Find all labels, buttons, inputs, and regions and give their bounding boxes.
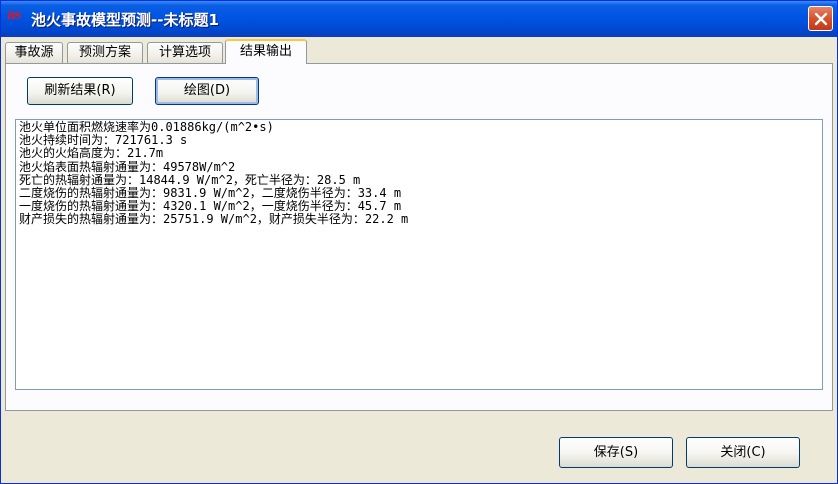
- save-button[interactable]: 保存(S): [559, 437, 673, 468]
- results-textarea[interactable]: 池火单位面积燃烧速率为0.01886kg/(m^2•s) 池火持续时间为：721…: [15, 119, 823, 390]
- window-title: 池火事故模型预测--未标题1: [31, 11, 219, 29]
- result-line: 财产损失的热辐射通量为：25751.9 W/m^2，财产损失半径为：22.2 m: [19, 212, 409, 227]
- close-window-button[interactable]: [808, 6, 833, 31]
- tab-prediction-plan[interactable]: 预测方案: [67, 42, 143, 63]
- result-line: 池火的火焰高度为：21.7m: [19, 146, 164, 161]
- tab-result-output[interactable]: 结果输出: [225, 39, 307, 64]
- title-bar[interactable]: RS 池火事故模型预测--未标题1: [1, 1, 837, 37]
- app-icon: RS: [7, 11, 22, 22]
- refresh-results-button[interactable]: 刷新结果(R): [27, 77, 133, 105]
- tab-calculation-options[interactable]: 计算选项: [147, 42, 223, 63]
- dialog-window: RS 池火事故模型预测--未标题1 事故源 预测方案 计算选项 结果输出 刷新结…: [0, 0, 838, 484]
- close-icon: [814, 12, 828, 26]
- result-line: 池火焰表面热辐射通量为：49578W/m^2: [19, 159, 236, 174]
- close-button[interactable]: 关闭(C): [686, 437, 800, 468]
- tab-accident-source[interactable]: 事故源: [5, 42, 63, 63]
- plot-button[interactable]: 绘图(D): [155, 77, 259, 105]
